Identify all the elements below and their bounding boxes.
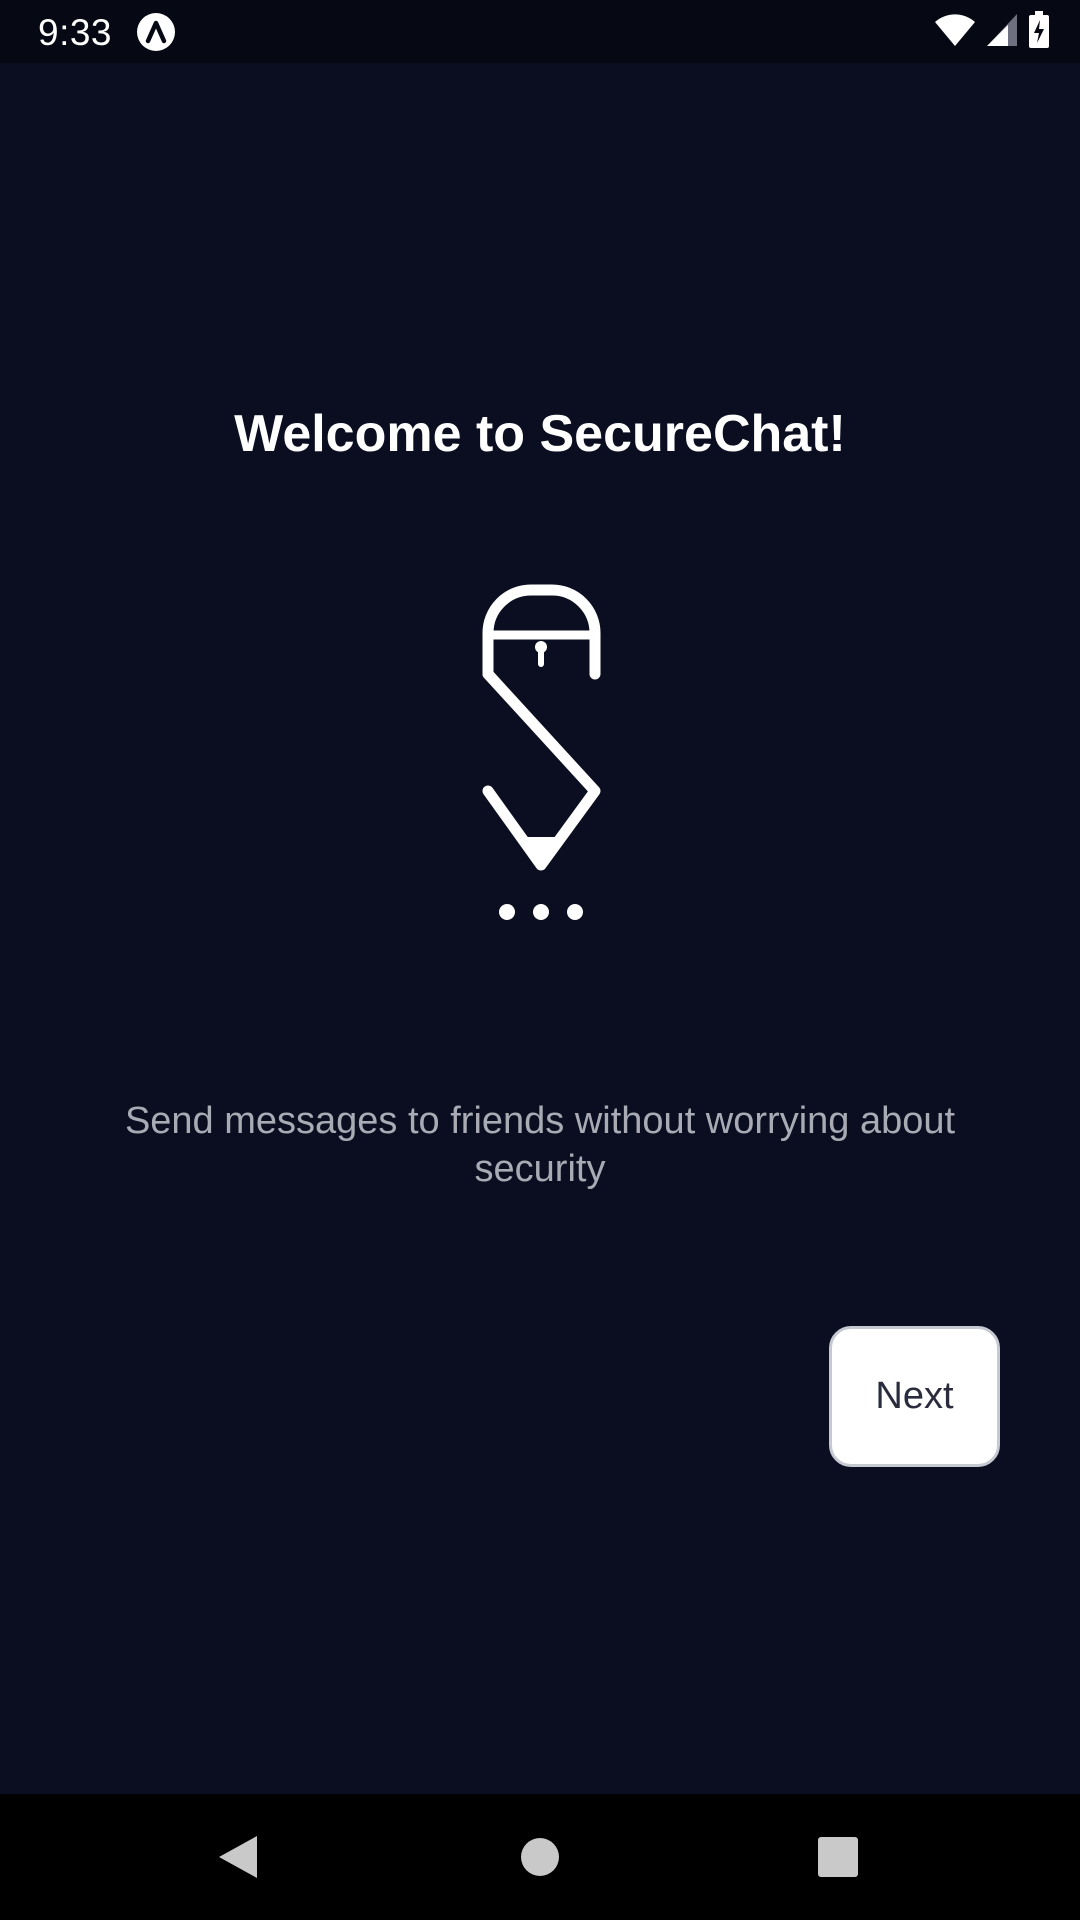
next-button[interactable]: Next: [829, 1326, 1000, 1467]
recents-icon[interactable]: [808, 1827, 868, 1887]
navigation-bar: [0, 1794, 1080, 1920]
cell-signal-icon: [986, 13, 1018, 52]
status-bar: 9:33: [0, 0, 1080, 63]
back-icon[interactable]: [208, 1827, 268, 1887]
onboarding-content: Welcome to SecureChat! Send messages to …: [0, 63, 1080, 1794]
screen: 9:33 Welcome to SecureChat! Send message…: [0, 0, 1080, 1920]
status-icons: [934, 10, 1050, 54]
description-text: Send messages to friends without worryin…: [124, 1100, 956, 1190]
home-icon[interactable]: [510, 1827, 570, 1887]
securechat-lock-pen-logo: [478, 561, 604, 1011]
status-time: 9:33: [38, 12, 113, 53]
wifi-icon: [934, 13, 976, 52]
lambda-circle-icon: [136, 12, 176, 52]
page-title: Welcome to SecureChat!: [234, 405, 846, 463]
battery-charging-icon: [1028, 10, 1050, 54]
